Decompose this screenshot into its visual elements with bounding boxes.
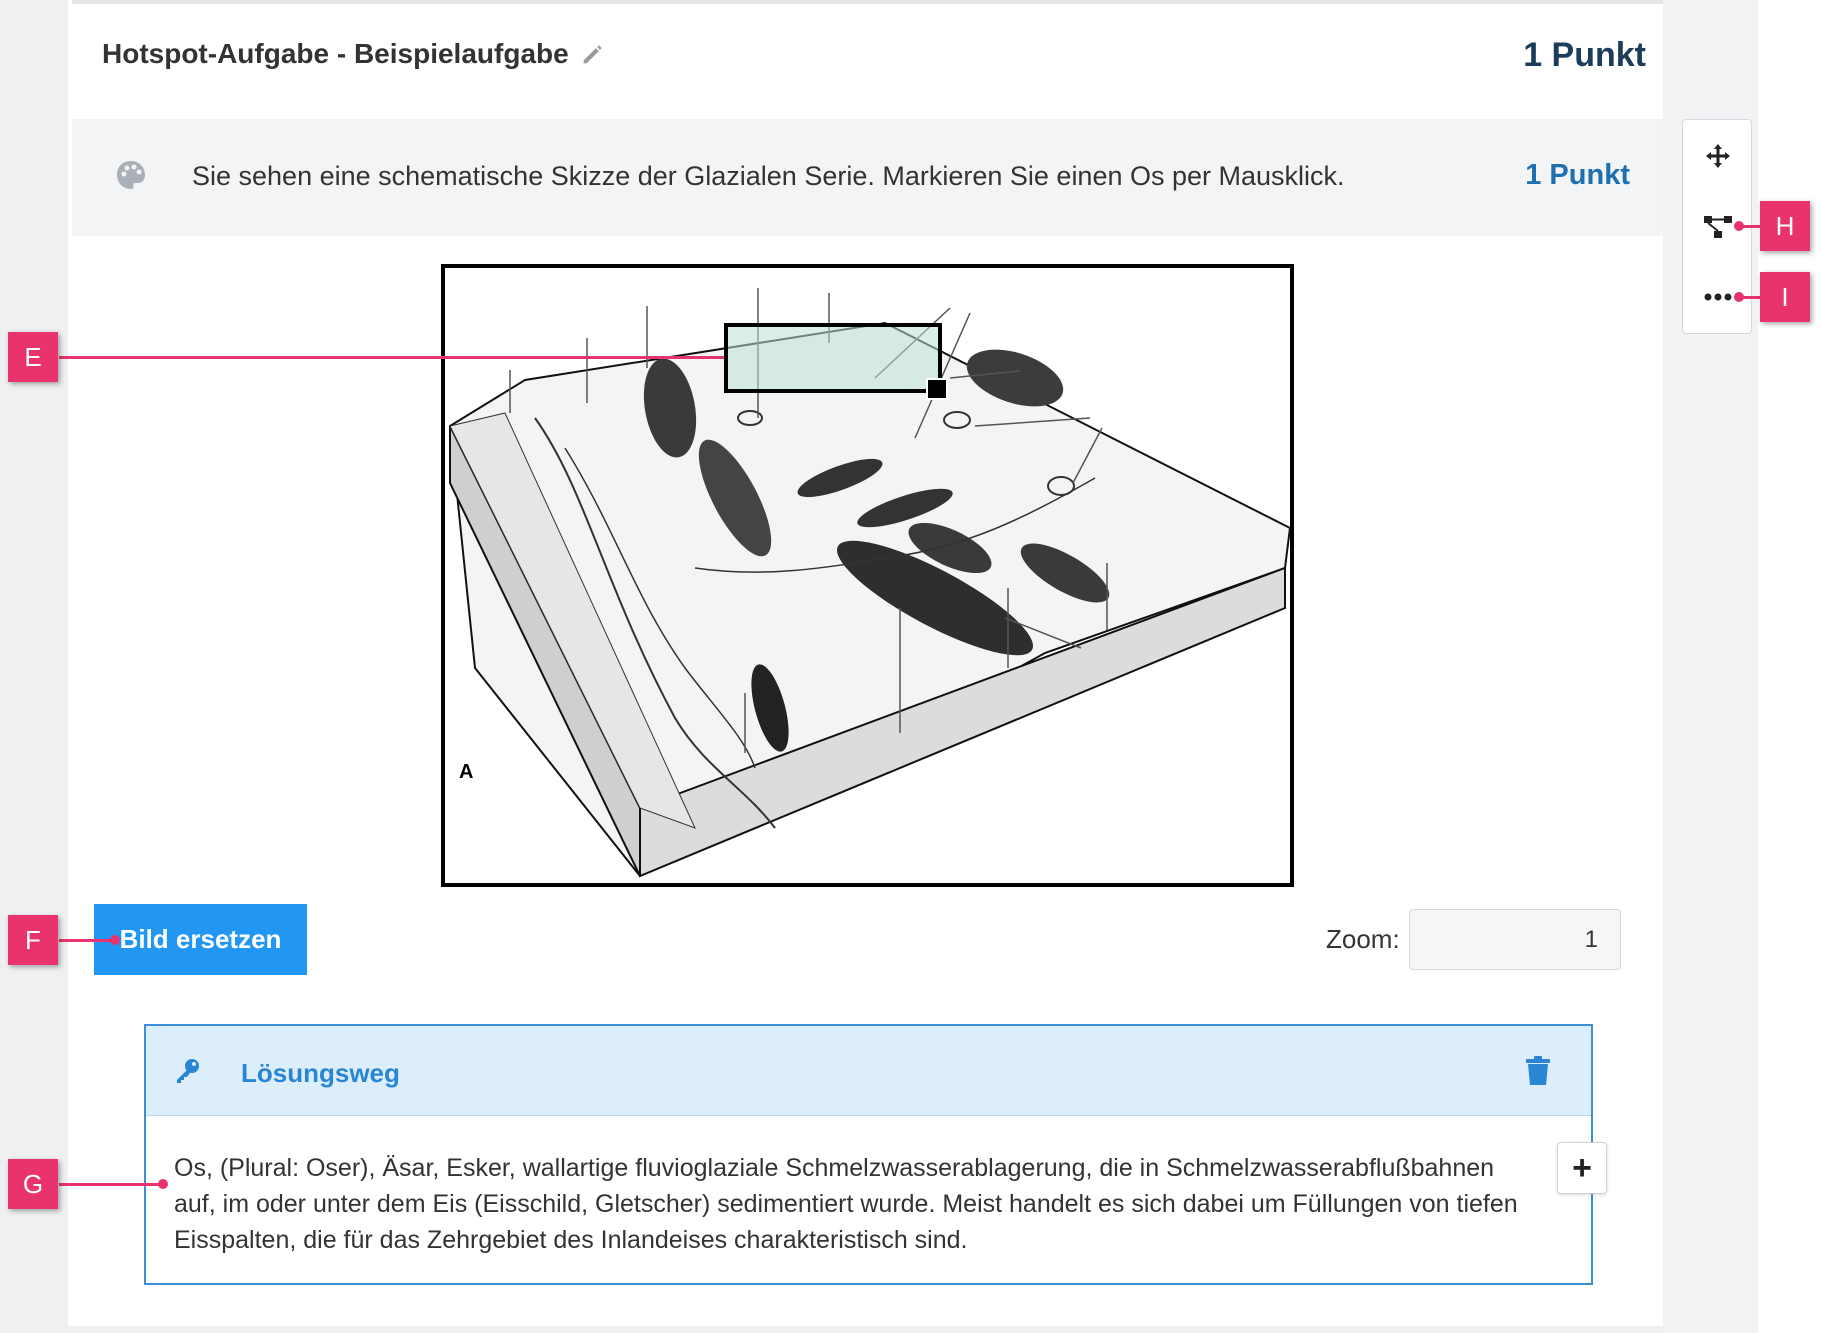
hierarchy-button[interactable] bbox=[1702, 211, 1734, 243]
solution-text: Os, (Plural: Oser), Äsar, Esker, wallart… bbox=[174, 1154, 1518, 1254]
more-icon bbox=[1704, 293, 1732, 301]
callout-i-dot bbox=[1734, 292, 1744, 302]
page-background-bottom bbox=[68, 1326, 1663, 1333]
solution-panel: Lösungsweg Os, (Plural: Oser), Äsar, Esk… bbox=[144, 1024, 1593, 1285]
callout-h-dot bbox=[1734, 221, 1744, 231]
callout-h: H bbox=[1760, 201, 1810, 251]
callout-f: F bbox=[8, 915, 58, 965]
callout-g: G bbox=[8, 1159, 58, 1209]
callout-e-line bbox=[59, 356, 724, 359]
zoom-input[interactable] bbox=[1409, 909, 1621, 970]
pencil-icon[interactable] bbox=[579, 40, 607, 68]
zoom-label: Zoom: bbox=[1326, 924, 1400, 954]
hotspot-rectangle[interactable] bbox=[724, 323, 942, 393]
move-icon bbox=[1706, 144, 1730, 168]
more-button[interactable] bbox=[1702, 281, 1734, 313]
callout-i: I bbox=[1760, 272, 1810, 322]
image-corner-label: A bbox=[459, 761, 473, 783]
question-points: 1 Punkt bbox=[1525, 159, 1630, 191]
question-row: Sie sehen eine schematische Skizze der G… bbox=[72, 119, 1663, 236]
task-title-text: Hotspot-Aufgabe - Beispielaufgabe bbox=[102, 38, 569, 69]
palette-icon bbox=[117, 161, 145, 189]
solution-title: Lösungsweg bbox=[241, 1058, 400, 1088]
callout-f-line bbox=[59, 939, 114, 942]
trash-icon[interactable] bbox=[1525, 1056, 1551, 1086]
callout-g-line bbox=[59, 1183, 164, 1186]
replace-image-button[interactable]: Bild ersetzen bbox=[94, 904, 307, 975]
key-icon bbox=[177, 1059, 199, 1083]
callout-f-dot bbox=[110, 935, 120, 945]
add-button[interactable]: + bbox=[1557, 1142, 1607, 1194]
callout-e: E bbox=[8, 332, 58, 382]
page-background-left bbox=[0, 0, 68, 1333]
hierarchy-icon bbox=[1704, 216, 1732, 238]
hotspot-resize-handle[interactable] bbox=[926, 378, 948, 400]
solution-header[interactable]: Lösungsweg bbox=[146, 1026, 1591, 1116]
callout-g-dot bbox=[158, 1179, 168, 1189]
task-title: Hotspot-Aufgabe - Beispielaufgabe bbox=[102, 38, 607, 70]
move-button[interactable] bbox=[1702, 140, 1734, 172]
task-points: 1 Punkt bbox=[1523, 36, 1646, 74]
question-text: Sie sehen eine schematische Skizze der G… bbox=[192, 161, 1345, 191]
